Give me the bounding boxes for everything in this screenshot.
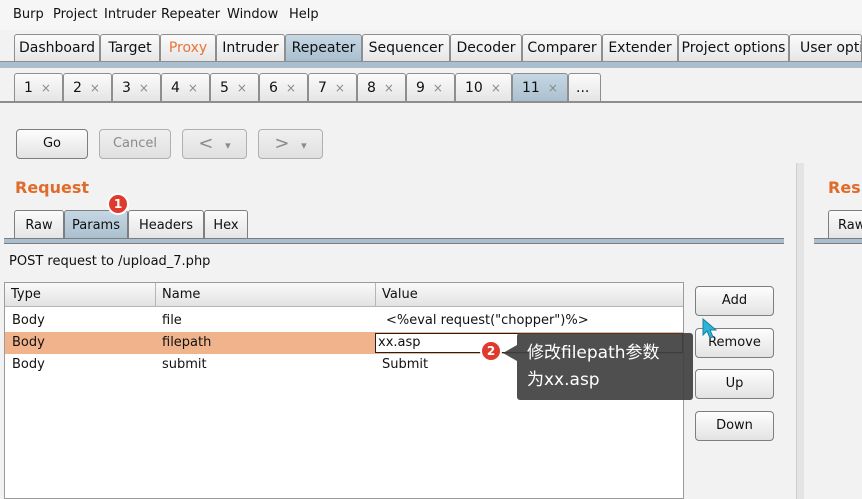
- menu-bar: Burp Project Intruder Repeater Window He…: [0, 0, 862, 30]
- repeater-tab-label: 5: [220, 80, 229, 96]
- request-tab-hex[interactable]: Hex: [204, 210, 248, 239]
- column-header-type[interactable]: Type: [5, 283, 156, 307]
- repeater-tab-3[interactable]: 3 ×: [112, 73, 161, 102]
- callout-text-line2: 为xx.asp: [527, 370, 600, 390]
- request-tab-headers[interactable]: Headers: [128, 210, 204, 239]
- repeater-tab-label: 7: [318, 80, 327, 96]
- repeater-tab-11[interactable]: 11 ×: [512, 73, 568, 102]
- column-header-name[interactable]: Name: [156, 283, 376, 307]
- repeater-tab-6[interactable]: 6 ×: [259, 73, 308, 102]
- cell-type: Body: [12, 357, 45, 372]
- column-header-value[interactable]: Value: [376, 283, 683, 307]
- up-button[interactable]: Up: [695, 369, 774, 399]
- repeater-tab-label: 8: [367, 80, 376, 96]
- tab-extender[interactable]: Extender: [602, 34, 678, 61]
- chevron-right-icon: >: [274, 133, 290, 154]
- add-button[interactable]: Add: [695, 286, 774, 316]
- repeater-tab-label: 6: [269, 80, 278, 96]
- repeater-tab-label: 4: [171, 80, 180, 96]
- repeater-tab-4[interactable]: 4 ×: [161, 73, 210, 102]
- annotation-badge-1: 1: [107, 193, 129, 215]
- repeater-tab-label: 11: [522, 80, 540, 96]
- tab-user-options[interactable]: User optio: [789, 34, 862, 61]
- request-summary: POST request to /upload_7.php: [9, 254, 211, 269]
- close-icon[interactable]: ×: [286, 81, 296, 95]
- tab-project-options[interactable]: Project options: [678, 34, 789, 61]
- close-icon[interactable]: ×: [335, 81, 345, 95]
- main-tab-divider: [0, 61, 862, 68]
- table-row[interactable]: Body file <%eval request("chopper")%>: [5, 310, 683, 332]
- tab-decoder[interactable]: Decoder: [450, 34, 522, 61]
- menu-burp[interactable]: Burp: [13, 7, 44, 22]
- close-icon[interactable]: ×: [433, 81, 443, 95]
- close-icon[interactable]: ×: [491, 81, 501, 95]
- tab-dashboard[interactable]: Dashboard: [14, 34, 100, 61]
- close-icon[interactable]: ×: [188, 81, 198, 95]
- cell-name: file: [162, 313, 182, 328]
- close-icon[interactable]: ×: [139, 81, 149, 95]
- request-title: Request: [15, 178, 90, 197]
- close-icon[interactable]: ×: [237, 81, 247, 95]
- tab-intruder[interactable]: Intruder: [216, 34, 285, 61]
- close-icon[interactable]: ×: [90, 81, 100, 95]
- menu-repeater[interactable]: Repeater: [161, 7, 220, 22]
- menu-window[interactable]: Window: [227, 7, 278, 22]
- dropdown-arrow-icon[interactable]: ▾: [301, 139, 307, 152]
- repeater-tab-label: 2: [73, 80, 82, 96]
- repeater-tab-9[interactable]: 9 ×: [406, 73, 455, 102]
- down-button[interactable]: Down: [695, 411, 774, 441]
- response-tab-raw[interactable]: Raw: [828, 210, 862, 239]
- dropdown-arrow-icon[interactable]: ▾: [225, 139, 231, 152]
- back-button: < ▾: [182, 129, 247, 159]
- tab-sequencer[interactable]: Sequencer: [362, 34, 450, 61]
- repeater-tab-2[interactable]: 2 ×: [63, 73, 112, 102]
- callout-arrow: [503, 345, 517, 361]
- repeater-tab-divider: [0, 101, 862, 103]
- callout-text-line1: 修改filepath参数: [527, 343, 660, 363]
- menu-project[interactable]: Project: [53, 7, 97, 22]
- forward-button: > ▾: [258, 129, 323, 159]
- repeater-tab-10[interactable]: 10 ×: [455, 73, 512, 102]
- annotation-badge-2: 2: [480, 340, 502, 362]
- cell-value: Submit: [382, 357, 429, 372]
- tab-comparer[interactable]: Comparer: [522, 34, 602, 61]
- cell-name: filepath: [162, 335, 212, 350]
- go-button[interactable]: Go: [16, 129, 88, 159]
- cursor-icon: [702, 318, 718, 339]
- tab-target[interactable]: Target: [100, 34, 160, 61]
- request-tab-divider: [4, 238, 784, 244]
- response-title: Resp: [828, 178, 862, 197]
- repeater-tab-label: 10: [465, 80, 483, 96]
- close-icon[interactable]: ×: [548, 81, 558, 95]
- menu-intruder[interactable]: Intruder: [104, 7, 156, 22]
- repeater-tab-new[interactable]: ...: [568, 73, 601, 102]
- request-tab-raw[interactable]: Raw: [14, 210, 64, 239]
- annotation-callout: 修改filepath参数 为xx.asp: [517, 333, 693, 400]
- repeater-tab-label: 9: [416, 80, 425, 96]
- tab-proxy[interactable]: Proxy: [160, 34, 216, 61]
- menu-help[interactable]: Help: [289, 7, 319, 22]
- close-icon[interactable]: ×: [41, 81, 51, 95]
- repeater-tab-5[interactable]: 5 ×: [210, 73, 259, 102]
- cell-type: Body: [12, 313, 45, 328]
- cell-type: Body: [12, 335, 45, 350]
- cancel-button: Cancel: [99, 129, 171, 159]
- repeater-tab-7[interactable]: 7 ×: [308, 73, 357, 102]
- close-icon[interactable]: ×: [384, 81, 394, 95]
- cell-value: <%eval request("chopper")%>: [386, 313, 589, 328]
- repeater-tab-1[interactable]: 1 ×: [14, 73, 63, 102]
- cell-name: submit: [162, 357, 207, 372]
- repeater-tab-label: 1: [24, 80, 33, 96]
- pane-splitter[interactable]: [796, 163, 804, 499]
- repeater-tab-8[interactable]: 8 ×: [357, 73, 406, 102]
- chevron-left-icon: <: [198, 133, 214, 154]
- tab-repeater[interactable]: Repeater: [285, 34, 362, 61]
- response-tab-divider: [814, 238, 862, 244]
- repeater-tab-label: 3: [122, 80, 131, 96]
